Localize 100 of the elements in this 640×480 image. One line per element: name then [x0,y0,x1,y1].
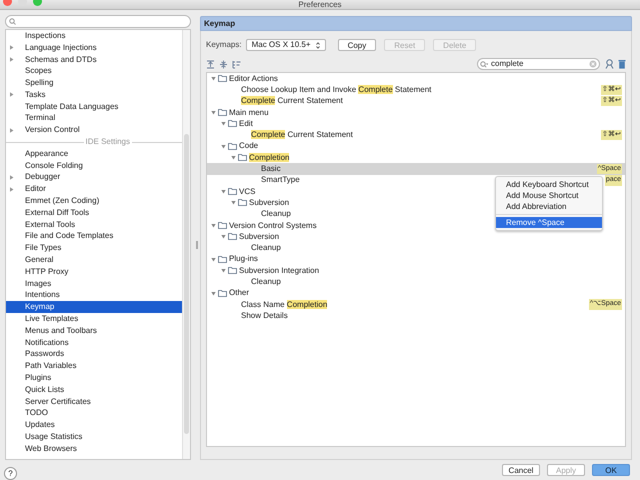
sidebar-item[interactable]: Scopes [6,65,182,78]
folder-label[interactable]: Code [239,140,258,152]
expand-arrow-icon[interactable] [221,189,226,194]
sidebar-item[interactable]: Language Injections [6,42,182,54]
scrollbar-thumb[interactable] [184,134,189,434]
sidebar-item[interactable]: Web Browsers [6,442,182,455]
expand-arrow-icon[interactable] [221,121,226,126]
menu-item[interactable]: Remove ^Space [496,217,602,228]
folder-label[interactable]: Editor Actions [229,73,278,85]
action-label[interactable]: Basic [261,163,281,176]
action-label[interactable]: Cleanup [251,276,281,288]
action-label[interactable]: Class Name Completion [241,298,328,311]
sidebar-item[interactable]: Path Variables [6,360,182,372]
folder-label[interactable]: Edit [239,118,253,130]
window-title: Preferences [298,0,342,9]
trash-icon[interactable] [618,59,626,69]
stepper-icon [316,42,320,48]
sidebar-item[interactable]: Plugins [6,372,182,384]
search-field[interactable]: complete [477,58,600,70]
action-label[interactable]: Cleanup [251,242,281,254]
clear-icon[interactable] [589,60,597,68]
expand-arrow-icon[interactable] [9,45,14,50]
expand-arrow-icon[interactable] [221,234,226,240]
sidebar-item[interactable]: Images [6,278,182,290]
sidebar-item[interactable]: Passwords [6,348,182,360]
folder-label[interactable]: VCS [239,186,256,198]
expand-all-icon[interactable] [206,60,215,68]
expand-arrow-icon[interactable] [9,128,14,133]
sidebar-item[interactable]: Tasks [6,88,182,101]
search-field[interactable] [5,15,191,28]
action-label[interactable]: Cleanup [261,208,291,220]
sidebar-item[interactable]: Updates [6,419,182,432]
sidebar-item[interactable]: Version Control [6,124,182,136]
folder-label[interactable]: Version Control Systems [229,220,317,232]
action-label[interactable]: Show Details [241,310,288,322]
sidebar-item[interactable]: Server Certificates [6,396,182,408]
search-icon [480,60,488,68]
sidebar-item[interactable]: Notifications [6,336,182,349]
expand-arrow-icon[interactable] [211,256,216,262]
dialog-button[interactable]: OK [592,464,630,476]
expand-arrow-icon[interactable] [221,144,226,149]
keymaps-label: Keymaps: [206,39,242,51]
folder-icon [218,290,227,297]
action-label[interactable]: SmartType [261,174,300,186]
expand-arrow-icon[interactable] [9,92,14,98]
sidebar-item[interactable]: External Diff Tools [6,206,182,219]
sidebar-item[interactable]: Debugger [6,172,182,184]
expand-arrow-icon[interactable] [221,268,226,274]
find-shortcut-icon[interactable] [605,59,614,69]
sidebar-item[interactable]: Appearance [6,148,182,160]
action-label[interactable]: Complete Current Statement [251,129,353,142]
expand-arrow-icon[interactable] [231,155,236,160]
folder-label[interactable]: Subversion [249,196,290,209]
expand-arrow-icon[interactable] [211,290,216,296]
sidebar-item[interactable]: Terminal [6,112,182,124]
keymap-dropdown[interactable]: Mac OS X 10.5+ [246,39,326,51]
edit-shortcut-icon[interactable] [232,60,241,68]
sidebar-item[interactable]: Spelling [6,77,182,89]
toolbar-button[interactable]: Copy [338,39,376,51]
menu-item[interactable]: Add Abbreviation [496,201,602,212]
sidebar-item[interactable]: Live Templates [6,313,182,325]
action-label[interactable]: Choose Lookup Item and Invoke Complete Statement [241,84,432,96]
sidebar-item[interactable]: Menus and Toolbars [6,324,182,337]
folder-label[interactable]: Completion [249,152,290,164]
sidebar-item[interactable]: Template Data Languages [6,100,182,113]
expand-arrow-icon[interactable] [9,56,14,62]
menu-item[interactable]: Add Keyboard Shortcut [496,179,602,190]
help-button[interactable]: ? [4,467,17,480]
sidebar-item[interactable]: General [6,254,182,266]
sidebar-item[interactable]: Quick Lists [6,384,182,396]
expand-arrow-icon[interactable] [211,76,216,82]
expand-arrow-icon[interactable] [9,186,14,192]
sidebar-item[interactable]: Editor [6,183,182,196]
sidebar-item[interactable]: Schemas and DTDs [6,54,182,66]
sidebar-item[interactable]: Console Folding [6,160,182,172]
sidebar-item[interactable]: File and Code Templates [6,230,182,242]
sidebar-item[interactable]: External Tools [6,218,182,231]
folder-label[interactable]: Plug-ins [229,253,258,266]
dialog-button[interactable]: Cancel [502,464,540,476]
folder-label[interactable]: Other [229,287,250,300]
folder-label[interactable]: Subversion Integration [239,264,320,277]
action-label[interactable]: Complete Current Statement [241,95,343,108]
sidebar-item[interactable]: Keymap [6,301,182,314]
folder-icon [218,75,227,82]
expand-arrow-icon[interactable] [9,174,14,180]
sidebar-item[interactable]: HTTP Proxy [6,266,182,278]
section-heading: IDE Settings [84,136,131,148]
sidebar-item[interactable]: Inspections [6,30,182,42]
sidebar-item[interactable]: Usage Statistics [6,431,182,443]
expand-arrow-icon[interactable] [231,200,236,206]
folder-label[interactable]: Subversion [239,230,280,243]
expand-arrow-icon[interactable] [211,110,216,116]
folder-label[interactable]: Main menu [229,106,269,119]
sidebar-item[interactable]: Emmet (Zen Coding) [6,195,182,207]
sidebar-item[interactable]: File Types [6,242,182,254]
menu-item[interactable]: Add Mouse Shortcut [496,190,602,201]
sidebar-item[interactable]: Intentions [6,290,182,302]
collapse-all-icon[interactable] [219,60,228,68]
expand-arrow-icon[interactable] [211,223,216,228]
sidebar-item[interactable]: TODO [6,408,182,420]
